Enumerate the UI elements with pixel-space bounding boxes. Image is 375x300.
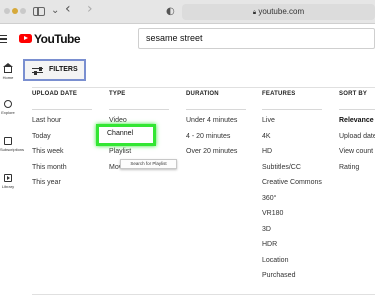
filter-option[interactable]: VR180 [262, 210, 322, 226]
filter-option[interactable]: View count [339, 148, 375, 164]
filter-option[interactable]: Subtitles/CC [262, 164, 322, 180]
nav-item-subscriptions[interactable]: Subscriptions [0, 137, 25, 152]
column-divider [32, 109, 92, 110]
column-divider [186, 109, 246, 110]
column-divider [339, 109, 375, 110]
filter-option[interactable]: Upload date [339, 133, 375, 149]
tooltip: Search for Playlist [120, 159, 177, 169]
filter-column-upload-date: UPLOAD DATE Last hour Today This week Th… [32, 91, 92, 195]
library-icon [4, 174, 12, 182]
youtube-logo-text[interactable]: YouTube [34, 32, 81, 46]
minimize-window-button[interactable] [12, 8, 18, 14]
close-window-button[interactable] [4, 8, 10, 14]
filters-icon [32, 66, 43, 75]
address-url: youtube.com [258, 7, 305, 16]
nav-item-explore[interactable]: Explore [0, 100, 16, 115]
privacy-shield-icon[interactable]: ◐ [166, 5, 175, 19]
sidebar-toggle-icon[interactable] [33, 7, 45, 16]
filters-button-label: FILTERS [49, 66, 78, 73]
filter-option[interactable]: HD [262, 148, 322, 164]
filter-option[interactable]: 4 - 20 minutes [186, 133, 246, 149]
filter-option[interactable]: 3D [262, 226, 322, 242]
column-heading: SORT BY [339, 91, 368, 97]
filter-option[interactable]: Over 20 minutes [186, 148, 246, 164]
filter-option[interactable]: Today [32, 133, 92, 149]
back-icon[interactable]: ‹ [65, 2, 71, 16]
filter-option[interactable]: 4K [262, 133, 322, 149]
lock-icon: 🔒︎ [252, 10, 257, 16]
filter-option[interactable]: Live [262, 117, 322, 133]
filter-option[interactable]: Creative Commons [262, 179, 322, 195]
filter-option[interactable]: This month [32, 164, 92, 180]
filter-option[interactable]: Location [262, 257, 322, 273]
column-heading: FEATURES [262, 91, 296, 97]
compass-icon [4, 100, 12, 108]
filter-column-duration: DURATION Under 4 minutes 4 - 20 minutes … [186, 91, 246, 164]
maximize-window-button[interactable] [20, 8, 26, 14]
filter-column-sort-by: SORT BY Relevance Upload date View count… [339, 91, 375, 179]
chevron-down-icon[interactable]: ⌄ [51, 4, 59, 18]
divider [32, 294, 375, 295]
filter-option-selected[interactable]: Relevance [339, 117, 375, 133]
filter-column-features: FEATURES Live 4K HD Subtitles/CC Creativ… [262, 91, 322, 288]
nav-item-library[interactable]: Library [0, 174, 16, 189]
column-divider [109, 109, 169, 110]
divider [32, 87, 375, 88]
search-input[interactable]: sesame street [138, 28, 375, 49]
filter-option[interactable]: Last hour [32, 117, 92, 133]
filter-option[interactable]: This week [32, 148, 92, 164]
address-bar[interactable]: 🔒︎ youtube.com [182, 4, 375, 20]
nav-label: Explore [1, 110, 15, 115]
subscriptions-icon [4, 137, 12, 145]
filter-option-channel[interactable]: Channel [107, 130, 133, 137]
column-heading: TYPE [109, 91, 126, 97]
nav-label: Home [2, 75, 14, 80]
home-icon [3, 63, 13, 73]
menu-icon[interactable] [0, 35, 7, 43]
column-heading: UPLOAD DATE [32, 91, 78, 97]
nav-label: Library [1, 184, 15, 189]
nav-item-home[interactable]: Home [0, 63, 16, 80]
filter-option[interactable]: This year [32, 179, 92, 195]
filter-option[interactable]: HDR [262, 241, 322, 257]
filter-option[interactable]: Under 4 minutes [186, 117, 246, 133]
filter-option[interactable]: Purchased [262, 272, 322, 288]
filter-option[interactable]: 360° [262, 195, 322, 211]
filter-option[interactable]: Rating [339, 164, 375, 180]
youtube-logo-icon[interactable] [19, 34, 32, 43]
forward-icon[interactable]: › [87, 2, 93, 16]
column-divider [262, 109, 322, 110]
column-heading: DURATION [186, 91, 219, 97]
filters-button[interactable]: FILTERS [23, 59, 86, 81]
nav-label: Subscriptions [0, 147, 25, 152]
browser-toolbar: ⌄ ‹ › ◐ 🔒︎ youtube.com [0, 0, 375, 24]
